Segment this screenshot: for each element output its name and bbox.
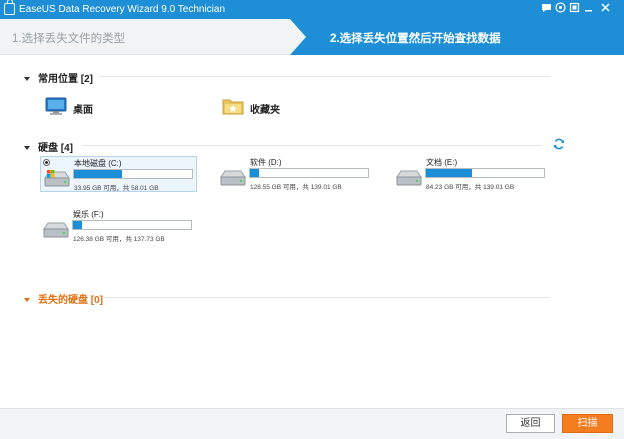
desktop-icon [45, 96, 67, 116]
section-hard-disks[interactable]: 硬盘 [4] [24, 139, 73, 154]
capacity-fill [74, 170, 123, 178]
section-title: 丢失的硬盘 [0] [38, 295, 103, 306]
minimize-icon[interactable] [582, 2, 594, 16]
selected-radio-icon [43, 159, 50, 166]
drive-size: 84.23 GB 可用，共 139.01 GB [426, 184, 515, 191]
step-1-label[interactable]: 1.选择丢失文件的类型 [12, 30, 125, 46]
wizard-steps: 1.选择丢失文件的类型 2.选择丢失位置然后开始查找数据 [0, 19, 624, 55]
footer-bar: 返回 扫描 [0, 408, 624, 439]
hard-drive-icon [395, 168, 423, 188]
help-icon[interactable] [554, 2, 566, 16]
step-2-label: 2.选择丢失位置然后开始查找数据 [330, 33, 501, 45]
drive-e[interactable]: 文档 (E:) 84.23 GB 可用，共 139.01 GB [393, 156, 550, 192]
drive-f[interactable]: 娱乐 (F:) 126.38 GB 可用，共 137.73 GB [40, 208, 197, 244]
capacity-fill [426, 169, 473, 177]
drive-name: 娱乐 (F:) [73, 210, 104, 219]
section-title: 硬盘 [4] [38, 143, 73, 154]
drive-name: 软件 (D:) [250, 158, 282, 167]
capacity-fill [250, 169, 260, 177]
hard-drive-icon [219, 168, 247, 188]
refresh-icon[interactable] [553, 138, 565, 150]
capacity-bar [73, 169, 193, 179]
close-icon[interactable] [599, 2, 611, 16]
app-lock-icon [4, 0, 15, 15]
drive-size: 126.38 GB 可用，共 137.73 GB [73, 236, 165, 243]
drive-name: 文档 (E:) [426, 158, 458, 167]
back-button[interactable]: 返回 [506, 414, 555, 433]
collapse-triangle-icon [24, 77, 30, 81]
drive-size: 128.55 GB 可用，共 139.01 GB [250, 184, 342, 191]
drive-c[interactable]: 本地磁盘 (C:) 33.95 GB 可用，共 58.01 GB [40, 156, 197, 192]
title-bar: EaseUS Data Recovery Wizard 9.0 Technici… [0, 0, 624, 19]
divider [82, 145, 542, 146]
drive-name: 本地磁盘 (C:) [74, 159, 122, 168]
capacity-bar [72, 220, 192, 230]
section-lost-disks[interactable]: 丢失的硬盘 [0] [24, 291, 103, 306]
divider [104, 297, 550, 298]
scan-button[interactable]: 扫描 [562, 414, 613, 433]
collapse-triangle-icon [24, 146, 30, 150]
message-icon[interactable] [540, 2, 552, 16]
hard-drive-icon [42, 220, 70, 240]
capacity-bar [249, 168, 369, 178]
drive-d[interactable]: 软件 (D:) 128.55 GB 可用，共 139.01 GB [217, 156, 374, 192]
place-label: 桌面 [73, 105, 93, 116]
divider [100, 76, 550, 77]
restore-icon[interactable] [568, 2, 580, 16]
capacity-fill [73, 221, 83, 229]
place-label: 收藏夹 [250, 105, 280, 116]
window-title: EaseUS Data Recovery Wizard 9.0 Technici… [19, 4, 226, 15]
hard-drive-windows-icon [43, 169, 71, 189]
section-common-locations[interactable]: 常用位置 [2] [24, 70, 93, 85]
collapse-triangle-icon [24, 298, 30, 302]
drive-size: 33.95 GB 可用，共 58.01 GB [74, 185, 159, 192]
section-title: 常用位置 [2] [38, 74, 93, 85]
step-arrow [290, 19, 306, 55]
capacity-bar [425, 168, 545, 178]
favorites-folder-icon [222, 96, 244, 116]
